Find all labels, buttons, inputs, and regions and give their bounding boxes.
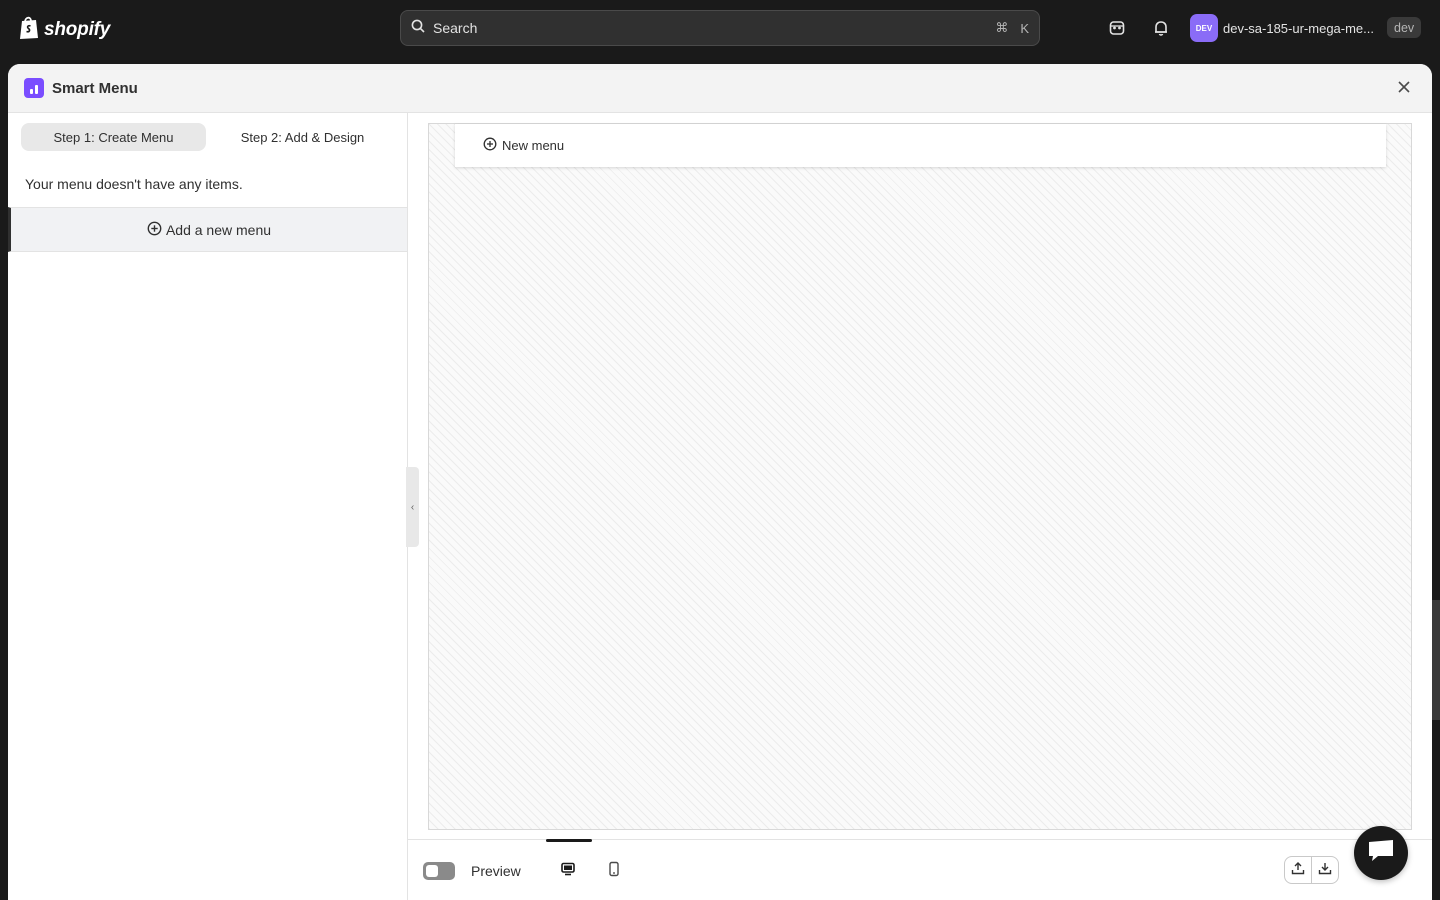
download-icon	[1318, 861, 1332, 880]
tab-step-2[interactable]: Step 2: Add & Design	[210, 123, 395, 151]
upload-icon	[1291, 861, 1305, 880]
mobile-icon	[607, 861, 621, 882]
preview-toggle[interactable]	[423, 862, 455, 880]
step-tabs: Step 1: Create Menu Step 2: Add & Design	[21, 123, 395, 151]
toggle-knob	[426, 865, 438, 877]
shopify-bag-icon	[18, 14, 40, 45]
avatar: DEV	[1190, 14, 1218, 42]
preview-label: Preview	[471, 863, 521, 879]
shopify-logo[interactable]: shopify	[18, 14, 110, 45]
app-icon	[24, 78, 44, 98]
chat-button[interactable]	[1354, 826, 1408, 880]
menu-bar-preview: New menu	[455, 124, 1386, 167]
selected-device-indicator	[546, 839, 592, 842]
preview-canvas: New menu	[428, 123, 1412, 830]
search-placeholder: Search	[433, 20, 478, 36]
plus-circle-icon	[483, 137, 497, 154]
desktop-view-button[interactable]	[557, 860, 579, 882]
add-new-menu-button[interactable]: Add a new menu	[8, 207, 407, 252]
store-switcher[interactable]: DEV dev-sa-185-ur-mega-me...	[1190, 14, 1381, 42]
shortcut-key: K	[1020, 20, 1029, 36]
plus-circle-icon	[147, 221, 162, 239]
desktop-icon	[560, 861, 576, 882]
smart-menu-modal: Smart Menu Step 1: Create Menu Step 2: A…	[8, 64, 1432, 900]
new-menu-label: New menu	[502, 138, 565, 153]
close-icon	[1397, 80, 1411, 99]
import-export-group	[1284, 856, 1339, 884]
preview-footer: Preview	[408, 839, 1432, 900]
store-name: dev-sa-185-ur-mega-me...	[1223, 20, 1374, 36]
add-new-menu-label: Add a new menu	[165, 221, 272, 238]
top-bar: shopify Search ⌘ K DEV dev-sa-185-ur-meg…	[0, 0, 1440, 56]
new-menu-button[interactable]: New menu	[483, 137, 564, 154]
import-button[interactable]	[1311, 857, 1338, 883]
search-input[interactable]: Search ⌘ K	[400, 10, 1040, 46]
page-scrollbar[interactable]	[1432, 600, 1440, 720]
search-icon	[411, 19, 425, 38]
tab-step-1[interactable]: Step 1: Create Menu	[21, 123, 206, 151]
mobile-view-button[interactable]	[603, 860, 625, 882]
bell-icon[interactable]	[1151, 18, 1171, 38]
modal-title: Smart Menu	[52, 79, 138, 97]
logo-wordmark: shopify	[44, 18, 111, 40]
env-badge: dev	[1387, 17, 1422, 38]
empty-menu-message: Your menu doesn't have any items.	[25, 176, 243, 192]
modal-header: Smart Menu	[8, 64, 1432, 113]
inbox-icon[interactable]	[1107, 18, 1127, 38]
sidebar-collapse-handle[interactable]: ‹	[406, 467, 419, 547]
export-button[interactable]	[1285, 857, 1311, 883]
sidebar: Step 1: Create Menu Step 2: Add & Design…	[8, 113, 408, 900]
shortcut-cmd: ⌘	[995, 20, 1009, 35]
chat-icon	[1366, 838, 1396, 869]
close-button[interactable]	[1394, 79, 1414, 99]
chevron-left-icon: ‹	[410, 501, 415, 513]
